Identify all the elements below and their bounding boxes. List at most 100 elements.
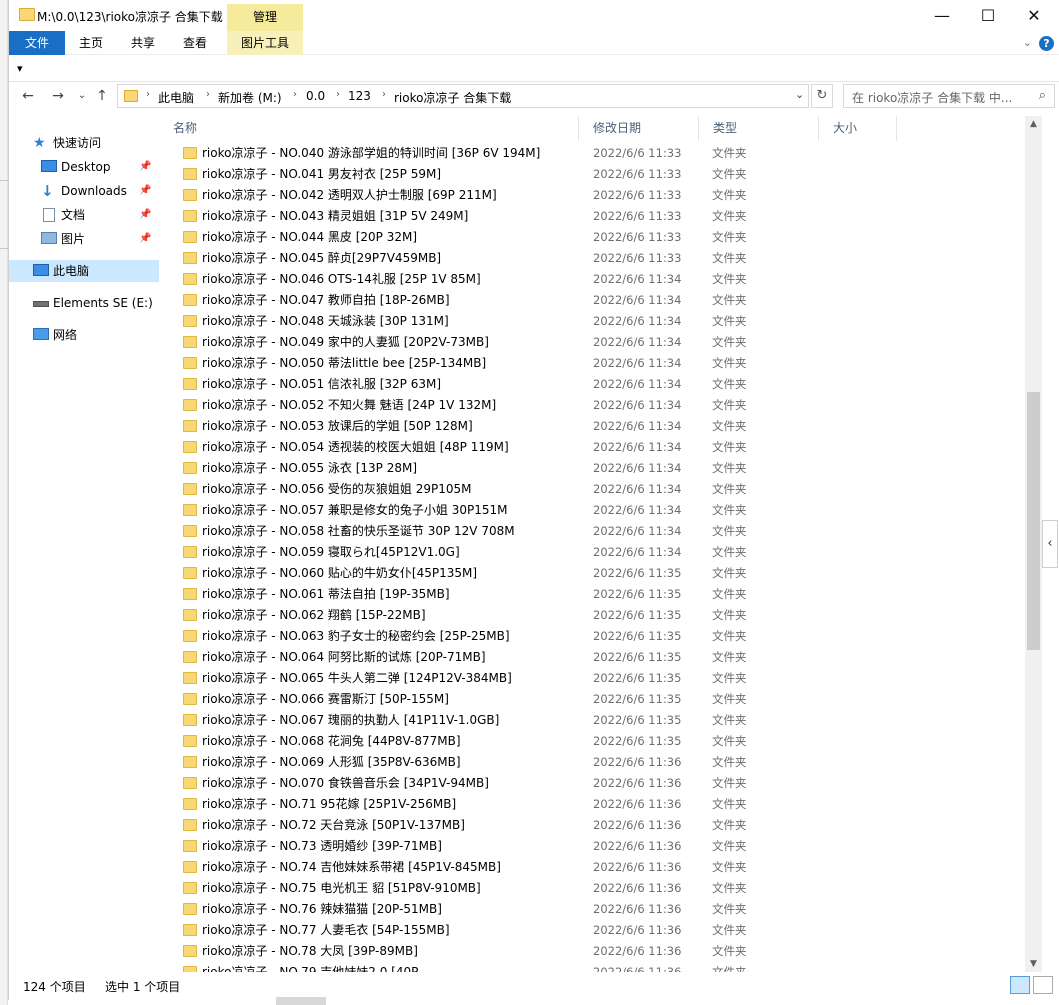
table-row[interactable]: rioko凉凉子 - NO.066 赛雷斯汀 [50P-155M] 2022/6/… xyxy=(159,689,1025,710)
scroll-up-icon[interactable]: ▲ xyxy=(1025,116,1042,132)
pin-icon[interactable]: 📌 xyxy=(139,204,151,226)
column-date[interactable]: 修改日期 xyxy=(579,116,699,141)
table-row[interactable]: rioko凉凉子 - NO.068 花涧兔 [44P8V-877MB] 2022/… xyxy=(159,731,1025,752)
table-row[interactable]: rioko凉凉子 - NO.75 电光机王 貂 [51P8V-910MB] 202… xyxy=(159,878,1025,899)
table-row[interactable]: rioko凉凉子 - NO.060 贴心的牛奶女仆[45P135M] 2022/6… xyxy=(159,563,1025,584)
table-row[interactable]: rioko凉凉子 - NO.065 牛头人第二弹 [124P12V-384MB]… xyxy=(159,668,1025,689)
nav-item-drive-e[interactable]: Elements SE (E:) xyxy=(9,292,159,314)
breadcrumb-separator-icon[interactable]: › xyxy=(382,89,386,100)
table-row[interactable]: rioko凉凉子 - NO.055 泳衣 [13P 28M] 2022/6/6 1… xyxy=(159,458,1025,479)
table-row[interactable]: rioko凉凉子 - NO.045 醉贞[29P7V459MB] 2022/6/6… xyxy=(159,248,1025,269)
table-row[interactable]: rioko凉凉子 - NO.74 吉他妹妹系带裙 [45P1V-845MB] 20… xyxy=(159,857,1025,878)
table-row[interactable]: rioko凉凉子 - NO.044 黑皮 [20P 32M] 2022/6/6 1… xyxy=(159,227,1025,248)
table-row[interactable]: rioko凉凉子 - NO.041 男友衬衣 [25P 59M] 2022/6/6… xyxy=(159,164,1025,185)
table-row[interactable]: rioko凉凉子 - NO.76 辣妹猫猫 [20P-51MB] 2022/6/6… xyxy=(159,899,1025,920)
table-row[interactable]: rioko凉凉子 - NO.050 蒂法little bee [25P-134M… xyxy=(159,353,1025,374)
breadcrumb-separator-icon[interactable]: › xyxy=(336,89,340,100)
item-count: 124 个项目 xyxy=(23,980,86,994)
table-row[interactable]: rioko凉凉子 - NO.053 放课后的学姐 [50P 128M] 2022/… xyxy=(159,416,1025,437)
table-row[interactable]: rioko凉凉子 - NO.051 信浓礼服 [32P 63M] 2022/6/6… xyxy=(159,374,1025,395)
tab-home[interactable]: 主页 xyxy=(67,31,115,55)
scrollbar-thumb[interactable] xyxy=(1027,392,1040,650)
table-row[interactable]: rioko凉凉子 - NO.064 阿努比斯的试炼 [20P-71MB] 2022… xyxy=(159,647,1025,668)
table-row[interactable]: rioko凉凉子 - NO.72 天台竞泳 [50P1V-137MB] 2022/… xyxy=(159,815,1025,836)
table-row[interactable]: rioko凉凉子 - NO.77 人妻毛衣 [54P-155MB] 2022/6/… xyxy=(159,920,1025,941)
maximize-button[interactable]: ☐ xyxy=(965,0,1011,31)
file-date: 2022/6/6 11:34 xyxy=(593,398,682,412)
table-row[interactable]: rioko凉凉子 - NO.062 翔鹤 [15P-22MB] 2022/6/6 … xyxy=(159,605,1025,626)
table-row[interactable]: rioko凉凉子 - NO.049 家中的人妻狐 [20P2V-73MB] 202… xyxy=(159,332,1025,353)
search-box[interactable]: 在 rioko凉凉子 合集下载 中... ⌕ xyxy=(843,84,1055,108)
table-row[interactable]: rioko凉凉子 - NO.069 人形狐 [35P8V-636MB] 2022/… xyxy=(159,752,1025,773)
address-history-icon[interactable]: ⌄ xyxy=(795,88,804,101)
large-icons-view-icon[interactable] xyxy=(1033,976,1053,994)
table-row[interactable]: rioko凉凉子 - NO.057 兼职是修女的兔子小姐 30P151M 2022… xyxy=(159,500,1025,521)
tab-share[interactable]: 共享 xyxy=(119,31,167,55)
table-row[interactable]: rioko凉凉子 - NO.067 瑰丽的执勤人 [41P11V-1.0GB] 2… xyxy=(159,710,1025,731)
breadcrumb-separator-icon[interactable]: › xyxy=(146,89,150,100)
tab-file[interactable]: 文件 xyxy=(9,31,65,55)
file-date: 2022/6/6 11:34 xyxy=(593,335,682,349)
vertical-scrollbar[interactable]: ▲ ▼ xyxy=(1025,116,1042,972)
nav-item-quick-access[interactable]: ★ 快速访问 xyxy=(9,132,159,154)
recent-locations-icon[interactable]: ⌄ xyxy=(71,85,93,107)
table-row[interactable]: rioko凉凉子 - NO.040 游泳部学姐的特训时间 [36P 6V 194… xyxy=(159,143,1025,164)
table-row[interactable]: rioko凉凉子 - NO.056 受伤的灰狼姐姐 29P105M 2022/6/… xyxy=(159,479,1025,500)
table-row[interactable]: rioko凉凉子 - NO.79 吉他妹妹2.0 [40P 2022/6/6 11… xyxy=(159,962,1025,972)
up-button[interactable]: ↑ xyxy=(91,85,113,107)
column-name[interactable]: 名称 xyxy=(159,116,579,141)
table-row[interactable]: rioko凉凉子 - NO.058 社畜的快乐圣诞节 30P 12V 708M 2… xyxy=(159,521,1025,542)
back-button[interactable]: ← xyxy=(17,85,39,107)
breadcrumb-drive[interactable]: 新加卷 (M:) xyxy=(218,89,282,106)
nav-item-this-pc[interactable]: 此电脑 xyxy=(9,260,159,282)
scroll-down-icon[interactable]: ▼ xyxy=(1025,956,1042,972)
breadcrumb-folder-0-0[interactable]: 0.0 xyxy=(306,89,325,103)
help-icon[interactable]: ? xyxy=(1039,36,1054,51)
table-row[interactable]: rioko凉凉子 - NO.78 大凤 [39P-89MB] 2022/6/6 1… xyxy=(159,941,1025,962)
column-size[interactable]: 大小 xyxy=(819,116,897,141)
table-row[interactable]: rioko凉凉子 - NO.043 精灵姐姐 [31P 5V 249M] 2022… xyxy=(159,206,1025,227)
pin-icon[interactable]: 📌 xyxy=(139,228,151,250)
nav-item-pictures[interactable]: 图片 📌 xyxy=(9,228,159,250)
preview-pane-toggle-icon[interactable]: ‹ xyxy=(1042,520,1058,568)
table-row[interactable]: rioko凉凉子 - NO.059 寝取られ[45P12V1.0G] 2022/6… xyxy=(159,542,1025,563)
nav-item-documents[interactable]: 文档 📌 xyxy=(9,204,159,226)
breadcrumb-current-folder[interactable]: rioko凉凉子 合集下载 xyxy=(394,89,511,106)
file-type: 文件夹 xyxy=(712,671,747,685)
address-bar[interactable]: › 此电脑 › 新加卷 (M:) › 0.0 › 123 › rioko凉凉子 … xyxy=(117,84,809,108)
table-row[interactable]: rioko凉凉子 - NO.052 不知火舞 魅语 [24P 1V 132M] 2… xyxy=(159,395,1025,416)
nav-item-downloads[interactable]: ↓ Downloads 📌 xyxy=(9,180,159,202)
file-type: 文件夹 xyxy=(712,965,747,972)
table-row[interactable]: rioko凉凉子 - NO.063 豹子女士的秘密约会 [25P-25MB] 20… xyxy=(159,626,1025,647)
minimize-button[interactable]: — xyxy=(919,0,965,31)
table-row[interactable]: rioko凉凉子 - NO.046 OTS-14礼服 [25P 1V 85M] 2… xyxy=(159,269,1025,290)
table-row[interactable]: rioko凉凉子 - NO.042 透明双人护士制服 [69P 211M] 202… xyxy=(159,185,1025,206)
table-row[interactable]: rioko凉凉子 - NO.048 天城泳装 [30P 131M] 2022/6/… xyxy=(159,311,1025,332)
refresh-icon[interactable]: ↻ xyxy=(811,84,833,108)
pin-icon[interactable]: 📌 xyxy=(139,156,151,178)
folder-icon xyxy=(19,8,35,21)
details-view-icon[interactable] xyxy=(1010,976,1030,994)
nav-item-desktop[interactable]: Desktop 📌 xyxy=(9,156,159,178)
breadcrumb-this-pc[interactable]: 此电脑 xyxy=(158,89,194,106)
table-row[interactable]: rioko凉凉子 - NO.070 食铁兽音乐会 [34P1V-94MB] 202… xyxy=(159,773,1025,794)
expand-ribbon-icon[interactable]: ⌄ xyxy=(1023,36,1032,49)
pin-icon[interactable]: 📌 xyxy=(139,180,151,202)
breadcrumb-separator-icon[interactable]: › xyxy=(206,89,210,100)
nav-item-network[interactable]: 网络 xyxy=(9,324,159,346)
forward-button[interactable]: → xyxy=(47,85,69,107)
column-type[interactable]: 类型 xyxy=(699,116,819,141)
table-row[interactable]: rioko凉凉子 - NO.061 蒂法自拍 [19P-35MB] 2022/6/… xyxy=(159,584,1025,605)
tab-view[interactable]: 查看 xyxy=(171,31,219,55)
table-row[interactable]: rioko凉凉子 - NO.71 95花嫁 [25P1V-256MB] 2022/… xyxy=(159,794,1025,815)
customize-toolbar-icon[interactable]: ▾ xyxy=(17,62,23,75)
breadcrumb-folder-123[interactable]: 123 xyxy=(348,89,371,103)
contextual-tab-manage[interactable]: 管理 xyxy=(227,4,303,31)
table-row[interactable]: rioko凉凉子 - NO.054 透视装的校医大姐姐 [48P 119M] 20… xyxy=(159,437,1025,458)
folder-icon xyxy=(183,504,197,516)
close-button[interactable]: ✕ xyxy=(1011,0,1057,31)
tab-picture-tools[interactable]: 图片工具 xyxy=(227,31,303,55)
table-row[interactable]: rioko凉凉子 - NO.73 透明婚纱 [39P-71MB] 2022/6/6… xyxy=(159,836,1025,857)
table-row[interactable]: rioko凉凉子 - NO.047 教师自拍 [18P-26MB] 2022/6/… xyxy=(159,290,1025,311)
breadcrumb-separator-icon[interactable]: › xyxy=(293,89,297,100)
